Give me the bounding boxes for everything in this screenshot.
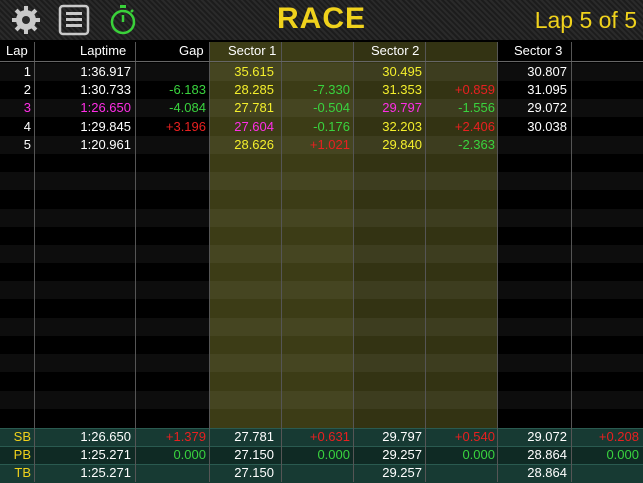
summary-sector3: 28.864 <box>527 447 567 463</box>
table-row-bg <box>0 372 643 390</box>
sector3-time: 31.095 <box>527 82 567 98</box>
table-row-bg <box>0 390 643 409</box>
lap-number: 2 <box>23 82 31 98</box>
col-header-lap: Lap <box>6 43 28 58</box>
sector3-time <box>498 136 567 154</box>
summary-label: TB <box>14 465 31 481</box>
sector1-time: 28.626 <box>234 136 274 152</box>
table-row-bg <box>0 281 643 300</box>
sector2-time: 32.203 <box>382 118 422 134</box>
sector2-delta: -2.363 <box>458 136 495 152</box>
summary-sector3: 29.072 <box>527 429 567 444</box>
summary-sector1-delta: 0.000 <box>317 447 350 463</box>
sector2-time: 29.840 <box>382 136 422 152</box>
table-row-bg <box>0 190 643 208</box>
sector3-delta <box>572 136 639 154</box>
table-row-bg <box>0 336 643 354</box>
col-header-gap: Gap <box>179 43 204 58</box>
summary-sector1: 27.150 <box>234 447 274 463</box>
sector1-delta: -0.176 <box>313 118 350 134</box>
summary-gap: +1.379 <box>165 429 206 444</box>
summary-laptime: 1:26.650 <box>80 429 131 444</box>
lap-number: 3 <box>23 100 31 116</box>
col-header-sector1: Sector 1 <box>228 43 277 58</box>
summary-gap <box>136 464 206 482</box>
col-header-sector3: Sector 3 <box>514 43 563 58</box>
lap-number: 5 <box>23 136 31 152</box>
sector1-time: 28.285 <box>234 82 274 98</box>
col-header-laptime: Laptime <box>80 43 127 58</box>
sector1-time: 35.615 <box>234 64 274 79</box>
col-header-sector2: Sector 2 <box>371 43 420 58</box>
lap-number: 4 <box>23 118 31 134</box>
lap-gap <box>136 136 206 154</box>
sector3-delta <box>572 81 639 99</box>
sector2-delta: +0.859 <box>454 82 495 98</box>
sector3-time: 29.072 <box>527 100 567 116</box>
lap-gap: -6.183 <box>169 82 206 98</box>
sector2-time: 29.797 <box>382 100 422 116</box>
summary-sector1-delta: +0.631 <box>309 429 350 444</box>
summary-sector1: 27.150 <box>234 465 274 481</box>
summary-label: SB <box>13 429 31 444</box>
summary-sector2-delta <box>426 464 495 482</box>
summary-sector2: 29.257 <box>382 465 422 481</box>
summary-sector2: 29.797 <box>382 429 422 444</box>
lap-time: 1:20.961 <box>80 136 131 152</box>
sector3-delta <box>572 118 639 136</box>
sector2-delta: +2.406 <box>454 118 495 134</box>
summary-sector1-delta <box>282 464 350 482</box>
summary-sector2-delta: +0.540 <box>454 429 495 444</box>
top-bar: RACE Lap 5 of 5 <box>0 0 643 41</box>
lap-time: 1:29.845 <box>80 118 131 134</box>
table-row-bg <box>0 227 643 245</box>
sector2-delta: -1.556 <box>458 100 495 116</box>
sector1-delta: +1.021 <box>309 136 350 152</box>
summary-sector2: 29.257 <box>382 447 422 463</box>
table-row-bg <box>0 245 643 263</box>
summary-laptime: 1:25.271 <box>80 465 131 481</box>
lap-gap: -4.084 <box>169 100 206 116</box>
summary-sector1: 27.781 <box>234 429 274 444</box>
lap-number: 1 <box>23 64 31 79</box>
lap-time: 1:36.917 <box>80 64 131 79</box>
lap-gap <box>136 63 206 81</box>
sector1-delta <box>282 63 350 81</box>
summary-label: PB <box>13 447 31 463</box>
table-row-bg <box>0 300 643 318</box>
summary-sector3-delta: +0.208 <box>598 429 639 444</box>
sector2-delta <box>426 63 495 81</box>
sector3-time: 30.807 <box>527 64 567 79</box>
sector2-time: 31.353 <box>382 82 422 98</box>
table-row-bg <box>0 172 643 191</box>
sector1-time: 27.604 <box>234 118 274 134</box>
sector3-delta <box>572 63 639 81</box>
summary-sector3-delta: 0.000 <box>606 447 639 463</box>
summary-sector3-delta <box>572 464 639 482</box>
sector1-time: 27.781 <box>234 100 274 116</box>
lap-counter: Lap 5 of 5 <box>534 7 637 33</box>
header-divider <box>0 61 643 62</box>
sector3-time: 30.038 <box>527 118 567 134</box>
table-row-bg <box>0 354 643 373</box>
table-row-bg <box>0 263 643 281</box>
summary-sector2-delta: 0.000 <box>462 447 495 463</box>
summary-gap: 0.000 <box>173 447 206 463</box>
sector2-time: 30.495 <box>382 64 422 79</box>
sector1-delta: -0.504 <box>313 100 350 116</box>
lap-time: 1:26.650 <box>80 100 131 116</box>
table-row-bg <box>0 317 643 336</box>
table-row-bg <box>0 208 643 227</box>
summary-laptime: 1:25.271 <box>80 447 131 463</box>
table-row-bg <box>0 154 643 172</box>
table-row-bg <box>0 409 643 427</box>
sector1-delta: -7.330 <box>313 82 350 98</box>
lap-time: 1:30.733 <box>80 82 131 98</box>
lap-gap: +3.196 <box>165 118 206 134</box>
lap-table: Lap Laptime Gap Sector 1 Sector 2 Sector… <box>0 42 643 483</box>
sector3-delta <box>572 99 639 117</box>
summary-sector3: 28.864 <box>527 465 567 481</box>
